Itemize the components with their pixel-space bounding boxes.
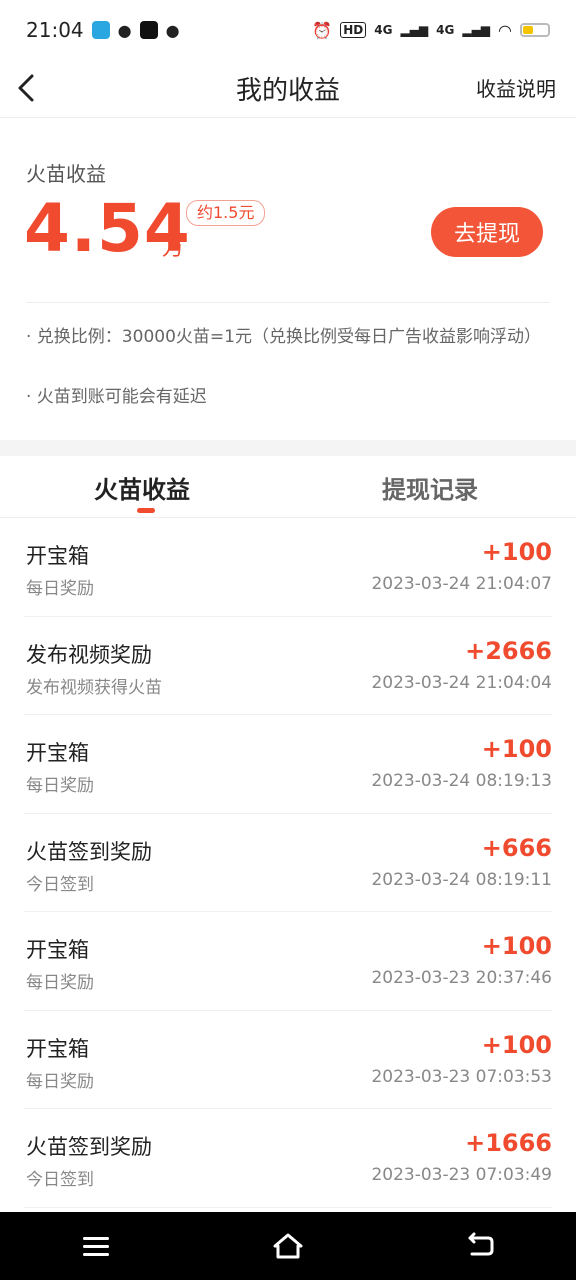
record-amount: +666 <box>481 833 552 862</box>
approx-value-badge: 约1.5元 <box>186 200 266 226</box>
page-title: 我的收益 <box>235 76 340 106</box>
record-time: 2023-03-24 21:04:04 <box>371 672 552 693</box>
active-tab-indicator <box>137 508 155 513</box>
top-nav-bar: 我的收益 收益说明 <box>0 60 576 118</box>
record-time: 2023-03-23 07:03:53 <box>371 1066 552 1087</box>
record-amount: +100 <box>481 1030 552 1059</box>
record-time: 2023-03-23 20:37:46 <box>371 968 552 988</box>
list-item[interactable]: 开宝箱 每日奖励 +100 2023-03-23 20:37:46 <box>24 912 552 1011</box>
delay-note: · 火苗到账可能会有延迟 <box>26 387 207 407</box>
earnings-explanation-link[interactable]: 收益说明 <box>476 73 556 102</box>
divider <box>26 302 550 303</box>
system-navigation-bar <box>0 1212 576 1280</box>
record-time: 2023-03-24 21:04:07 <box>371 574 552 594</box>
record-subtitle: 今日签到 <box>26 1170 94 1190</box>
record-amount: +2666 <box>465 636 552 665</box>
return-button[interactable] <box>450 1222 510 1270</box>
record-subtitle: 每日奖励 <box>26 579 94 599</box>
earnings-unit: 万 <box>162 236 185 261</box>
record-title: 火苗签到奖励 <box>26 839 152 864</box>
message-icon: ● <box>165 20 180 40</box>
record-amount: +1666 <box>465 1129 552 1157</box>
record-title: 开宝箱 <box>26 741 89 765</box>
battery-icon <box>520 23 550 37</box>
record-subtitle: 每日奖励 <box>26 1071 94 1092</box>
back-button[interactable] <box>8 68 48 108</box>
status-bar: 21:04 ● ● ⏰ HD 4G ▂▄▆ 4G ▂▄▆ ◠ <box>0 0 576 60</box>
list-item[interactable]: 开宝箱 每日奖励 +100 2023-03-24 08:19:13 <box>24 715 552 814</box>
home-button[interactable] <box>258 1222 318 1270</box>
menu-button[interactable] <box>66 1222 126 1270</box>
tiktok-icon <box>139 21 158 39</box>
record-subtitle: 今日签到 <box>26 874 94 895</box>
record-title: 开宝箱 <box>26 544 89 568</box>
record-title: 开宝箱 <box>26 1036 89 1061</box>
record-amount: +100 <box>481 735 552 763</box>
record-amount: +100 <box>481 538 552 566</box>
tabs: 火苗收益 提现记录 <box>0 456 576 518</box>
withdraw-button[interactable]: 去提现 <box>431 207 543 257</box>
list-item[interactable]: 发布视频奖励 发布视频获得火苗 +2666 2023-03-24 21:04:0… <box>24 617 552 715</box>
menu-icon <box>83 1237 109 1256</box>
list-item[interactable]: 开宝箱 每日奖励 +100 2023-03-24 21:04:07 <box>24 518 552 617</box>
status-time: 21:04 <box>26 18 84 42</box>
status-left: 21:04 ● ● <box>26 18 180 42</box>
earnings-label: 火苗收益 <box>26 162 106 186</box>
section-separator <box>0 440 576 456</box>
record-subtitle: 每日奖励 <box>26 776 94 796</box>
earnings-summary: 火苗收益 4.54 万 约1.5元 去提现 · 兑换比例：30000火苗=1元（… <box>0 118 576 440</box>
record-subtitle: 发布视频获得火苗 <box>26 677 162 698</box>
list-item[interactable]: 开宝箱 每日奖励 +100 2023-03-23 07:03:53 <box>24 1011 552 1109</box>
wifi-icon: ◠ <box>498 20 512 40</box>
chevron-left-icon <box>18 74 34 102</box>
signal-icon: ▂▄▆ <box>462 23 491 37</box>
record-amount: +100 <box>481 932 552 960</box>
record-time: 2023-03-24 08:19:13 <box>371 771 552 791</box>
home-icon <box>273 1233 303 1259</box>
list-item[interactable]: 火苗签到奖励 今日签到 +666 2023-03-24 08:19:11 <box>24 814 552 912</box>
network-label-2: 4G <box>436 23 455 37</box>
return-icon <box>468 1232 494 1256</box>
wechat-icon: ● <box>117 20 132 40</box>
record-title: 火苗签到奖励 <box>26 1135 152 1159</box>
record-time: 2023-03-24 08:19:11 <box>371 869 552 890</box>
record-time: 2023-03-23 07:03:49 <box>371 1165 552 1185</box>
record-title: 发布视频奖励 <box>26 642 152 667</box>
alarm-icon: ⏰ <box>312 20 333 40</box>
list-item[interactable]: 火苗签到奖励 今日签到 +1666 2023-03-23 07:03:49 <box>24 1109 552 1208</box>
status-right: ⏰ HD 4G ▂▄▆ 4G ▂▄▆ ◠ <box>312 21 550 40</box>
network-label-1: 4G <box>374 23 393 37</box>
record-title: 开宝箱 <box>26 938 89 962</box>
app-notification-icon <box>91 21 110 39</box>
tab-fire-earnings[interactable]: 火苗收益 <box>94 470 190 505</box>
signal-icon: ▂▄▆ <box>400 23 429 37</box>
tab-withdraw-records[interactable]: 提现记录 <box>382 470 478 505</box>
hd-badge: HD <box>340 22 367 38</box>
exchange-rate-note: · 兑换比例：30000火苗=1元（兑换比例受每日广告收益影响浮动） <box>26 327 541 347</box>
record-subtitle: 每日奖励 <box>26 973 94 993</box>
earnings-record-list: 开宝箱 每日奖励 +100 2023-03-24 21:04:07 发布视频奖励… <box>0 518 576 1208</box>
